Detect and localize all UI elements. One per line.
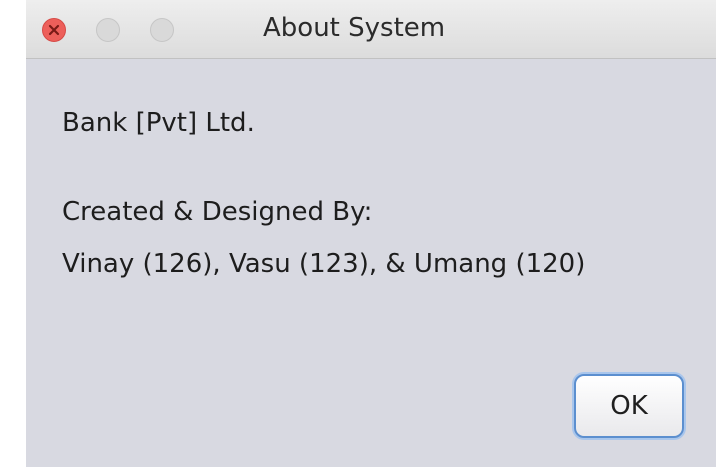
window-title: About System (263, 13, 446, 43)
credits-heading: Created & Designed By: (62, 197, 373, 227)
ok-button[interactable]: OK (574, 374, 684, 438)
company-name: Bank [Pvt] Ltd. (62, 108, 255, 138)
zoom-icon[interactable] (150, 18, 174, 42)
about-dialog: About System Bank [Pvt] Ltd. Created & D… (26, 0, 716, 467)
close-icon[interactable] (42, 18, 66, 42)
title-bar[interactable]: About System (26, 0, 716, 59)
credits-names: Vinay (126), Vasu (123), & Umang (120) (62, 249, 586, 279)
minimize-icon[interactable] (96, 18, 120, 42)
